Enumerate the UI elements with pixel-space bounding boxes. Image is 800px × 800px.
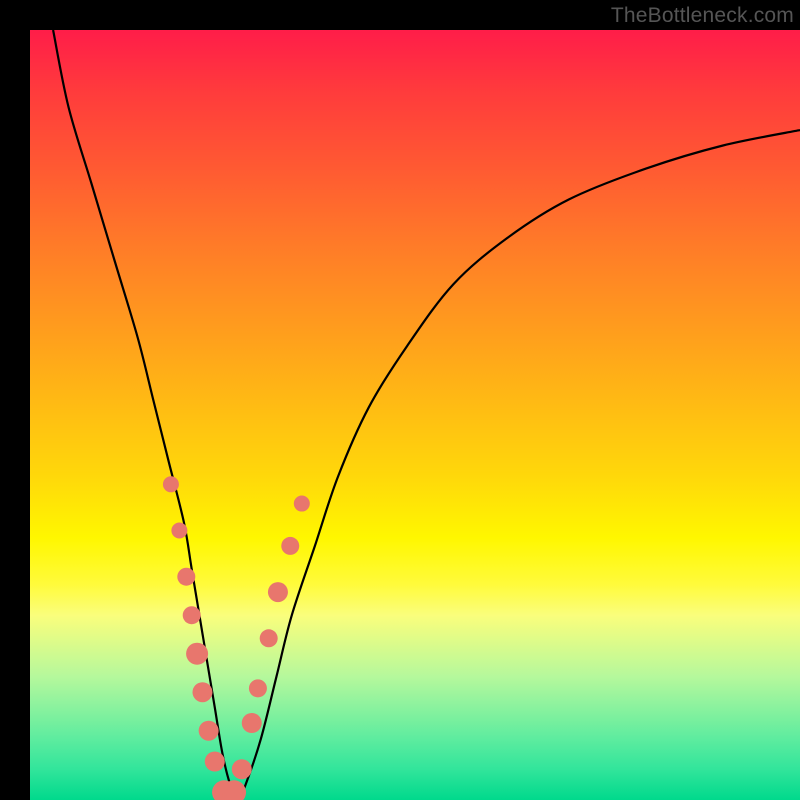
- marker-point: [192, 682, 212, 702]
- marker-point: [163, 476, 179, 492]
- marker-point: [186, 643, 208, 665]
- plot-area: [30, 30, 800, 800]
- curve-svg: [30, 30, 800, 800]
- marker-point: [281, 537, 299, 555]
- marker-point: [268, 582, 288, 602]
- markers-group: [163, 476, 310, 800]
- marker-point: [171, 523, 187, 539]
- watermark-text: TheBottleneck.com: [611, 4, 794, 28]
- marker-point: [294, 496, 310, 512]
- marker-point: [260, 629, 278, 647]
- marker-point: [177, 568, 195, 586]
- marker-point: [242, 713, 262, 733]
- marker-point: [183, 606, 201, 624]
- chart-frame: TheBottleneck.com: [0, 0, 800, 800]
- marker-point: [205, 752, 225, 772]
- marker-point: [249, 679, 267, 697]
- marker-point: [232, 759, 252, 779]
- marker-point: [199, 721, 219, 741]
- bottleneck-curve: [53, 30, 800, 800]
